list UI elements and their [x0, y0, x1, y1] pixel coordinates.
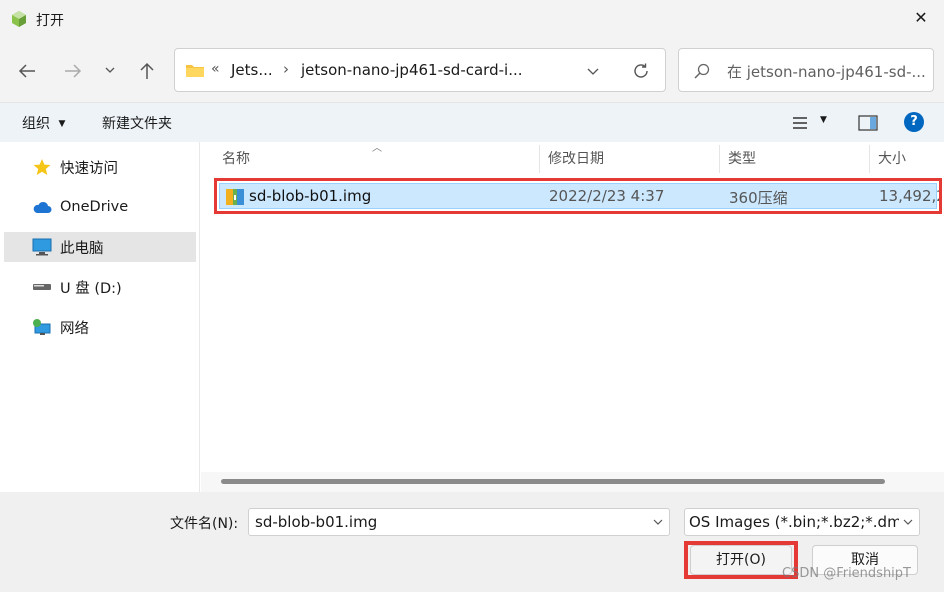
organize-label: 组织 — [22, 116, 50, 132]
search-box[interactable]: 在 jetson-nano-jp461-sd-... — [678, 48, 934, 92]
sidebar-item-label: OneDrive — [60, 199, 129, 215]
sidebar-item-this-pc[interactable]: 此电脑 — [4, 232, 196, 262]
star-icon — [32, 157, 52, 177]
column-header-name[interactable]: 名称 — [216, 145, 540, 173]
new-folder-button[interactable]: 新建文件夹 — [102, 113, 172, 133]
watermark: CSDN @FriendshipT — [782, 566, 911, 581]
title-bar: 打开 ✕ — [0, 0, 944, 40]
file-type-filter[interactable]: OS Images (*.bin;*.bz2;*.dmg — [684, 508, 920, 536]
refresh-icon[interactable] — [631, 61, 651, 81]
column-header-type[interactable]: 类型 — [722, 145, 870, 173]
filter-value: OS Images (*.bin;*.bz2;*.dmg — [689, 513, 899, 531]
sidebar-item-label: 快速访问 — [60, 160, 118, 177]
window-title: 打开 — [36, 13, 64, 29]
close-icon[interactable]: ✕ — [906, 8, 936, 32]
column-header-modified[interactable]: 修改日期 — [542, 145, 720, 173]
file-type: 360压缩 — [729, 189, 788, 207]
archive-file-icon — [225, 187, 245, 207]
sidebar-item-onedrive[interactable]: OneDrive — [4, 192, 196, 222]
preview-pane-icon[interactable] — [856, 113, 880, 133]
scrollbar-thumb[interactable] — [221, 479, 885, 484]
column-header-size[interactable]: 大小 — [872, 145, 944, 173]
network-icon — [32, 317, 52, 337]
view-dropdown-icon[interactable]: ▼ — [820, 115, 827, 125]
filename-field[interactable]: sd-blob-b01.img — [248, 508, 670, 536]
address-overflow[interactable]: « — [211, 61, 220, 77]
cloud-icon — [32, 197, 52, 217]
filename-label: 文件名(N): — [170, 516, 239, 532]
nav-row: « Jets... › jetson-nano-jp461-sd-card-i.… — [0, 40, 944, 102]
file-size: 13,492,2 — [879, 187, 939, 205]
recent-chevron-icon[interactable] — [102, 62, 118, 78]
file-name: sd-blob-b01.img — [249, 187, 372, 205]
sidebar-item-usb-drive[interactable]: U 盘 (D:) — [4, 272, 196, 302]
dialog-footer: 文件名(N): sd-blob-b01.img OS Images (*.bin… — [0, 492, 944, 592]
command-bar: 组织 ▼ 新建文件夹 ▼ ? — [0, 102, 944, 142]
sidebar-item-label: 此电脑 — [60, 240, 104, 257]
filename-history-chevron-icon[interactable] — [651, 516, 665, 528]
forward-arrow-icon[interactable] — [62, 60, 84, 82]
sidebar-item-label: U 盘 (D:) — [60, 280, 122, 297]
search-placeholder: 在 jetson-nano-jp461-sd-... — [727, 63, 926, 81]
sidebar-item-quick-access[interactable]: 快速访问 — [4, 152, 196, 182]
search-icon — [693, 62, 711, 80]
filename-value: sd-blob-b01.img — [255, 513, 378, 531]
address-separator[interactable]: › — [283, 60, 289, 78]
navigation-pane: 快速访问 OneDrive 此电脑 U 盘 (D:) 网络 — [0, 142, 200, 492]
app-icon — [10, 10, 28, 28]
drive-icon — [32, 277, 52, 297]
organize-button[interactable]: 组织 ▼ — [22, 113, 65, 133]
organize-dropdown-icon: ▼ — [58, 119, 66, 129]
folder-icon — [185, 62, 205, 78]
sidebar-item-label: 网络 — [60, 320, 89, 337]
address-segment-jets[interactable]: Jets... — [231, 61, 273, 79]
address-dropdown-icon[interactable] — [585, 63, 601, 79]
up-arrow-icon[interactable] — [136, 60, 158, 82]
file-modified: 2022/2/23 4:37 — [549, 187, 665, 205]
help-icon[interactable]: ? — [904, 112, 924, 132]
open-button[interactable]: 打开(O) — [690, 545, 792, 575]
back-arrow-icon[interactable] — [16, 60, 38, 82]
sidebar-item-network[interactable]: 网络 — [4, 312, 196, 342]
computer-icon — [32, 237, 52, 257]
address-bar[interactable]: « Jets... › jetson-nano-jp461-sd-card-i.… — [174, 48, 666, 92]
horizontal-scrollbar[interactable] — [201, 472, 944, 492]
filter-chevron-icon — [901, 516, 915, 528]
table-row[interactable]: sd-blob-b01.img 2022/2/23 4:37 360压缩 13,… — [214, 178, 942, 214]
address-segment-folder[interactable]: jetson-nano-jp461-sd-card-i... — [301, 61, 523, 79]
view-menu-icon[interactable] — [790, 115, 810, 131]
